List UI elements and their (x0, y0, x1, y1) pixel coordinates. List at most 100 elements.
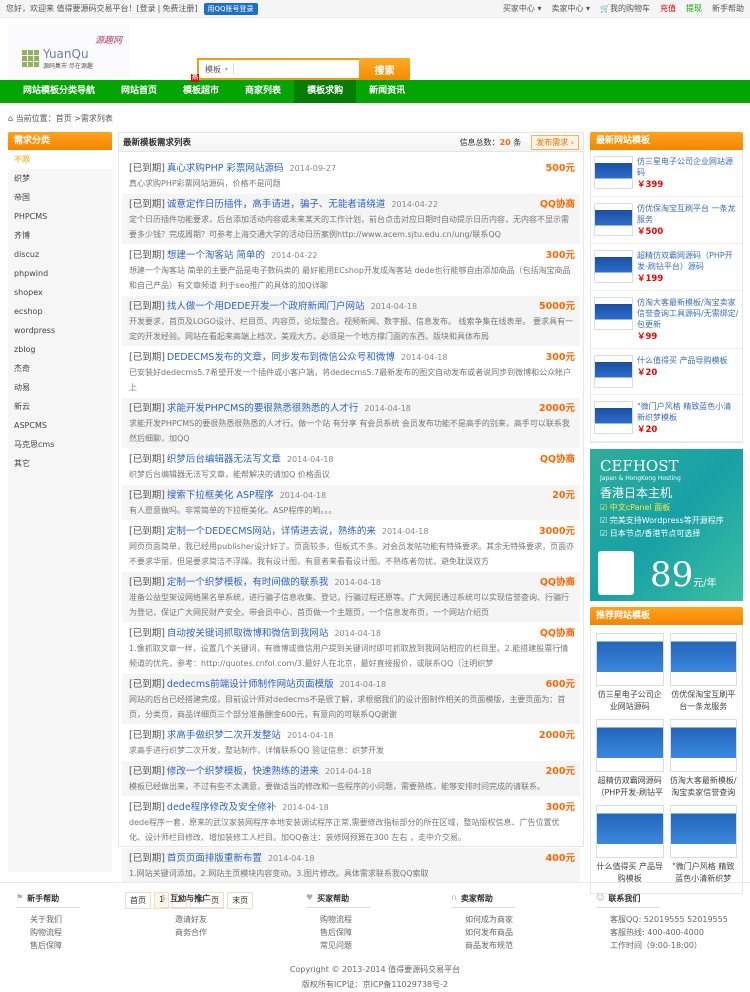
qq-login-button[interactable]: 用QQ账号登录 (203, 2, 258, 15)
recommended-template[interactable]: 超精仿双霸网源码（PHP开发-刷钻平 (596, 719, 664, 799)
nav-sellers[interactable]: 商家列表 (232, 80, 294, 103)
nav-category[interactable]: 网站模板分类导航 (10, 80, 108, 103)
buyer-center-menu[interactable]: 买家中心 ▾ (503, 3, 542, 14)
category-item[interactable]: phpwind (8, 264, 112, 283)
recommended-template[interactable]: 什么值得买 产品导购模板 (596, 805, 664, 885)
footer-link[interactable]: 如何成为商家 (451, 913, 596, 926)
latest-template-item[interactable]: 什么值得买 产品导购模板 ￥20 (591, 349, 742, 395)
cefhost-ad-banner[interactable]: CEFHOST Japan & HongKong Hosting 香港日本主机 … (590, 449, 743, 601)
request-title-link[interactable]: dedecms前端设计师制作网站页面模版 (167, 677, 334, 692)
category-item[interactable]: zblog (8, 340, 112, 359)
request-title-link[interactable]: 首页页面排版重新布置 (167, 851, 262, 866)
request-title-link[interactable]: 定制一个织梦模板，有时间做的联系我 (167, 575, 329, 590)
request-title-link[interactable]: 诚意定作日历插件，高手请进，骗子、无能者请绕道 (167, 197, 386, 212)
request-title-link[interactable]: 想建一个淘客站 简单的 (167, 248, 265, 263)
breadcrumb-label: 当前位置： (15, 114, 56, 123)
status-tag: [已到期] (129, 577, 165, 588)
request-title-link[interactable]: 真心求购PHP 彩票网站源码 (167, 161, 284, 176)
latest-template-item[interactable]: 仿三星电子公司企业网站源码 ￥399 (591, 150, 742, 197)
request-row: [已到期] 想建一个淘客站 简单的 2014-04-22 300元 (129, 248, 575, 263)
request-title-link[interactable]: dede程序修改及安全修补 (167, 800, 276, 815)
request-title-link[interactable]: 找人做一个用DEDE开发一个政府新闻门户网站 (167, 299, 365, 314)
latest-template-item[interactable]: 仿淘大客最新模板/淘宝卖家信誉查询工具源码/无需绑定/包更新 ￥99 (591, 291, 742, 349)
category-item[interactable]: 杰奇 (8, 359, 112, 378)
request-title-link[interactable]: 搜索下拉框美化 ASP程序 (167, 488, 274, 503)
request-title-link[interactable]: 织梦后台编辑器无法写文章 (167, 452, 281, 467)
search-button[interactable]: 搜索 (359, 58, 410, 80)
footer-link[interactable]: 邀请好友 (161, 913, 306, 926)
latest-template-item[interactable]: 仿优保淘宝互刷平台 一条龙服务 ￥500 (591, 197, 742, 244)
status-tag: [已到期] (129, 403, 165, 414)
footer-link[interactable]: 商品发布规范 (451, 939, 596, 952)
search-category-select[interactable]: 模板 (205, 64, 221, 75)
request-date: 2014-04-18 (267, 854, 315, 863)
category-item[interactable]: 动易 (8, 378, 112, 397)
recommended-template[interactable]: "微门户风格 精致蓝色小清新织梦 (669, 805, 737, 885)
footer-link[interactable]: 购物流程 (306, 913, 451, 926)
request-row: [已到期] 找人做一个用DEDE开发一个政府新闻门户网站 2014-04-18 500… (129, 299, 575, 314)
ad-feature: ☑ 完美支持Wordpress等开源程序 (600, 516, 724, 525)
footer-link[interactable]: 如何发布商品 (451, 926, 596, 939)
recommended-template[interactable]: 仿优保淘宝互刷平台一条龙服务 (669, 633, 737, 713)
category-item[interactable]: shopex (8, 283, 112, 302)
footer-link[interactable]: 商务合作 (161, 926, 306, 939)
register-link[interactable]: 免费注册 (162, 3, 194, 14)
login-link[interactable]: 登录 (140, 3, 156, 14)
ad-feature: ☑ 中文cPanel 面板 (600, 503, 671, 512)
category-item[interactable]: 帝国 (8, 188, 112, 207)
template-name: 仿淘大客最新模板/淘宝卖家信誉查询工具源码/无需绑定/包更新 (637, 298, 739, 329)
publish-request-button[interactable]: 发布需求 › (531, 134, 579, 150)
template-price: ￥20 (637, 425, 658, 435)
nav-market[interactable]: 模板超市 热 (170, 74, 232, 103)
total-value: 20 (499, 137, 511, 147)
search-input[interactable]: 模板 ▾ (197, 58, 359, 80)
request-title-link[interactable]: 求能开发PHPCMS的要很熟悉很熟悉的人才行 (167, 401, 358, 416)
template-info: 什么值得买 产品导购模板 ￥20 (637, 355, 728, 388)
footer-link[interactable]: 售后保障 (16, 939, 161, 952)
seller-center-menu[interactable]: 卖家中心 ▾ (551, 3, 590, 14)
nav-news[interactable]: 新闻资讯 (356, 80, 418, 103)
request-title-link[interactable]: 修改一个织梦模板，快速熟练的进来 (167, 764, 319, 779)
category-item[interactable]: 其它 (8, 454, 112, 473)
request-title-link[interactable]: 自动按关键词抓取微博和微信到我网站 (167, 626, 329, 641)
category-item[interactable]: 织梦 (8, 169, 112, 188)
request-title-link[interactable]: 求高手做织梦二次开发整站 (167, 728, 281, 743)
footer-link[interactable]: 关于我们 (16, 913, 161, 926)
category-item[interactable]: wordpress (8, 321, 112, 340)
footer-link: 客服热线: 400-400-4000 (610, 928, 704, 937)
hot-badge: 热 (191, 74, 200, 82)
request-row: [已到期] 织梦后台编辑器无法写文章 2014-04-18 QQ协商 (129, 452, 575, 467)
latest-template-item[interactable]: "微门户风格 精致蓝色小清新织梦模板 ￥20 (591, 395, 742, 442)
category-item[interactable]: discuz (8, 245, 112, 264)
request-title-link[interactable]: 定制一个DEDECMS网站，详情进去说，熟练的来 (167, 524, 376, 539)
breadcrumb-home[interactable]: 首页 (56, 114, 72, 123)
category-item[interactable]: 马克思cms (8, 435, 112, 454)
request-title-link[interactable]: DEDECMS发布的文章，同步发布到微信公众号和微博 (167, 350, 395, 365)
category-item[interactable]: ASPCMS (8, 416, 112, 435)
recommended-template[interactable]: 仿三星电子公司企业网站源码 (596, 633, 664, 713)
request-date: 2014-04-22 (270, 251, 318, 260)
category-item[interactable]: 不限 (8, 150, 112, 169)
category-item[interactable]: PHPCMS (8, 207, 112, 226)
category-item[interactable]: 新云 (8, 397, 112, 416)
request-price: 300元 (545, 802, 575, 813)
list-title: 最新模板需求列表 (123, 138, 192, 148)
request-description: 1.网站关键词添加。2.网站主页模块内容变动。3.图片修改。具体需求联系我QQ索… (129, 869, 429, 878)
recommended-template[interactable]: 仿淘大客最新模板/淘宝卖家信誉查询 (669, 719, 737, 799)
request-row: [已到期] 修改一个织梦模板，快速熟练的进来 2014-04-18 200元 (129, 764, 575, 779)
withdraw-link[interactable]: 提现 (686, 3, 702, 14)
nav-home[interactable]: 网站首页 (108, 80, 170, 103)
nav-requests[interactable]: 模板求购 (294, 80, 357, 103)
footer-link[interactable]: 常见问题 (306, 939, 451, 952)
cart-link[interactable]: 🛒我的购物车 (600, 3, 650, 14)
footer-link[interactable]: 购物流程 (16, 926, 161, 939)
category-item[interactable]: ecshop (8, 302, 112, 321)
template-name: 仿三星电子公司企业网站源码 (597, 690, 662, 711)
category-item[interactable]: 齐博 (8, 226, 112, 245)
footer-heading-icon: ∩ (451, 893, 457, 902)
recharge-link[interactable]: 充值 (660, 3, 676, 14)
latest-template-item[interactable]: 超精仿双霸网源码（PHP开发-刷钻平台）源码 ￥199 (591, 244, 742, 291)
help-link[interactable]: 新手帮助 (712, 3, 744, 14)
footer-link[interactable]: 售后保障 (306, 926, 451, 939)
request-date: 2014-04-18 (324, 767, 372, 776)
